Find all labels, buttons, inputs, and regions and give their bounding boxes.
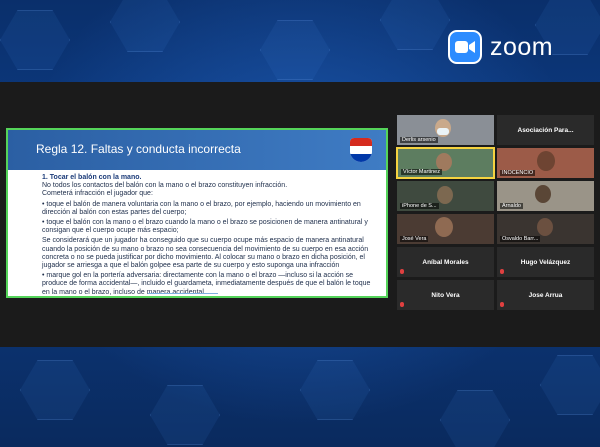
slide-line: Se considerará que un jugador ha consegu…	[42, 237, 369, 270]
zoom-wordmark: zoom	[490, 32, 554, 61]
participant-name: Asociación Para...	[517, 127, 574, 134]
participant-video	[535, 185, 551, 203]
participant-tile[interactable]: Asociación Para...	[496, 114, 595, 146]
slide-header: Regla 12. Faltas y conducta incorrecta	[8, 130, 386, 170]
active-speaker-tile[interactable]: Víctor Martinez	[396, 147, 495, 179]
mic-muted-icon	[500, 269, 504, 274]
face-mask	[437, 128, 449, 135]
participant-video	[435, 217, 453, 237]
mic-muted-icon	[400, 302, 404, 307]
video-camera-icon	[448, 30, 482, 64]
participant-tile[interactable]: Jose Arrua	[496, 279, 595, 311]
participant-name: Víctor Martinez	[401, 169, 442, 175]
participant-video	[437, 186, 453, 204]
slide-line: • toque el balón de manera voluntaria co…	[42, 200, 361, 216]
participant-tile[interactable]: Derlis arsenio	[396, 114, 495, 146]
slide-footer-line	[148, 293, 218, 294]
participant-name: INOCENCIO	[500, 170, 536, 176]
slide-line: No todos los contactos del balón con la …	[42, 182, 288, 190]
participant-name: Nito Vera	[431, 292, 460, 299]
participant-tile[interactable]: INOCENCIO	[496, 147, 595, 179]
participant-tile[interactable]: iPhone de S...	[396, 180, 495, 212]
participant-name: Jose Arrua	[528, 292, 563, 299]
participant-name: Arnaldo	[500, 203, 523, 209]
slide-body: 1. Tocar el balón con la mano. No todos …	[8, 170, 386, 297]
participant-video	[537, 218, 553, 236]
participant-name: Osvaldo Barr...	[500, 236, 541, 242]
participant-tile[interactable]: Nito Vera	[396, 279, 495, 311]
mic-muted-icon	[500, 302, 504, 307]
mic-muted-icon	[400, 269, 404, 274]
participant-tile[interactable]: José Vera	[396, 213, 495, 245]
participant-tile[interactable]: Hugo Velázquez	[496, 246, 595, 278]
slide-line: Cometerá infracción el jugador que:	[42, 190, 153, 198]
participant-name: Hugo Velázquez	[520, 259, 571, 266]
paraguay-crest-icon	[350, 138, 372, 162]
participant-name: José Vera	[400, 236, 429, 242]
zoom-logo: zoom	[448, 30, 553, 64]
slide-line: • toque el balón con la mano o el brazo …	[42, 219, 368, 235]
shared-screen[interactable]: Regla 12. Faltas y conducta incorrecta 1…	[6, 128, 388, 298]
participant-name: iPhone de S...	[400, 203, 439, 209]
participant-name: Aníbal Morales	[422, 259, 469, 266]
participant-name: Derlis arsenio	[400, 137, 438, 143]
slide-line: 1. Tocar el balón con la mano.	[42, 174, 142, 181]
participant-tile[interactable]: Osvaldo Barr...	[496, 213, 595, 245]
participant-tile[interactable]: Aníbal Morales	[396, 246, 495, 278]
participant-tile[interactable]: Arnaldo	[496, 180, 595, 212]
participant-video	[537, 151, 555, 171]
slide-title: Regla 12. Faltas y conducta incorrecta	[36, 142, 241, 156]
